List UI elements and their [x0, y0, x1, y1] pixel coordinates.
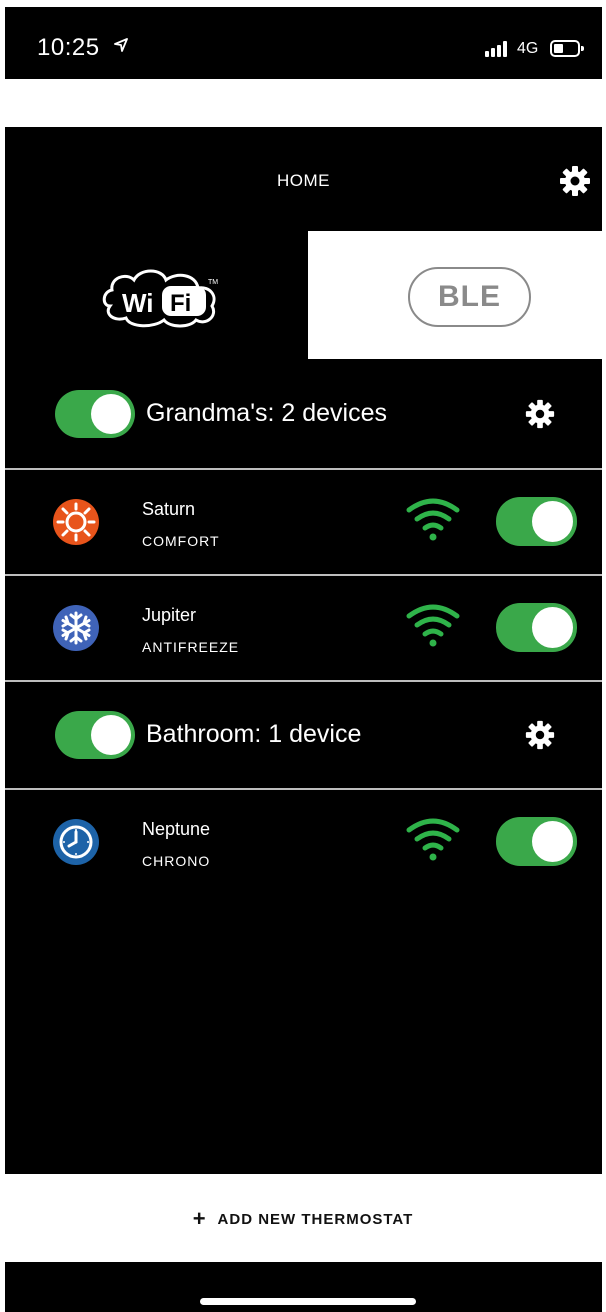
location-arrow-icon: [114, 38, 128, 57]
app-screen: HOME Wi Fi TM BLE Grandma's: 2 devices S…: [5, 127, 602, 1174]
gear-icon[interactable]: [524, 398, 556, 430]
ble-label: BLE: [408, 267, 531, 327]
plus-icon: +: [192, 1206, 206, 1231]
device-mode: CHRONO: [142, 853, 211, 869]
device-toggle[interactable]: [496, 603, 577, 652]
device-mode: COMFORT: [142, 533, 220, 549]
home-indicator[interactable]: [200, 1298, 416, 1305]
snowflake-icon: [52, 604, 100, 652]
device-name: Neptune: [142, 819, 211, 839]
device-toggle[interactable]: [496, 497, 577, 546]
add-thermostat-label: ADD NEW THERMOSTAT: [217, 1210, 414, 1228]
svg-text:TM: TM: [208, 279, 218, 286]
wifi-signal-icon: [405, 604, 461, 648]
add-thermostat-button[interactable]: + ADD NEW THERMOSTAT: [0, 1197, 606, 1241]
svg-text:Fi: Fi: [170, 290, 191, 317]
device-name: Jupiter: [142, 605, 197, 625]
status-bar: 10:25 4G: [5, 7, 602, 79]
group-toggle[interactable]: [55, 390, 135, 438]
clock-icon: [52, 818, 100, 866]
group-toggle[interactable]: [55, 711, 135, 759]
network-type: 4G: [517, 40, 539, 57]
wifi-signal-icon: [405, 498, 461, 542]
battery-low-icon: [550, 40, 584, 57]
group-row-grandmas: Grandma's: 2 devices: [5, 361, 602, 467]
wifi-logo: Wi Fi TM: [100, 266, 230, 330]
page-title: HOME: [277, 171, 330, 190]
cellular-signal-icon: [485, 41, 507, 57]
group-row-bathroom: Bathroom: 1 device: [5, 682, 602, 788]
device-row-neptune[interactable]: Neptune CHRONO: [5, 790, 602, 894]
sun-icon: [52, 498, 100, 546]
gear-icon[interactable]: [558, 164, 592, 198]
device-row-jupiter[interactable]: Jupiter ANTIFREEZE: [5, 576, 602, 680]
tab-ble[interactable]: BLE: [308, 231, 602, 359]
device-mode: ANTIFREEZE: [142, 639, 240, 655]
wifi-logo-text-wi: Wi: [122, 288, 154, 318]
status-time: 10:25: [37, 34, 100, 61]
gear-icon[interactable]: [524, 719, 556, 751]
tab-wifi[interactable]: Wi Fi TM: [5, 231, 308, 359]
bottom-bar: [5, 1262, 602, 1312]
group-label: Bathroom: 1 device: [146, 720, 362, 748]
device-row-saturn[interactable]: Saturn COMFORT: [5, 470, 602, 574]
device-name: Saturn: [142, 499, 196, 519]
group-label: Grandma's: 2 devices: [146, 399, 387, 427]
device-toggle[interactable]: [496, 817, 577, 866]
wifi-signal-icon: [405, 818, 461, 862]
